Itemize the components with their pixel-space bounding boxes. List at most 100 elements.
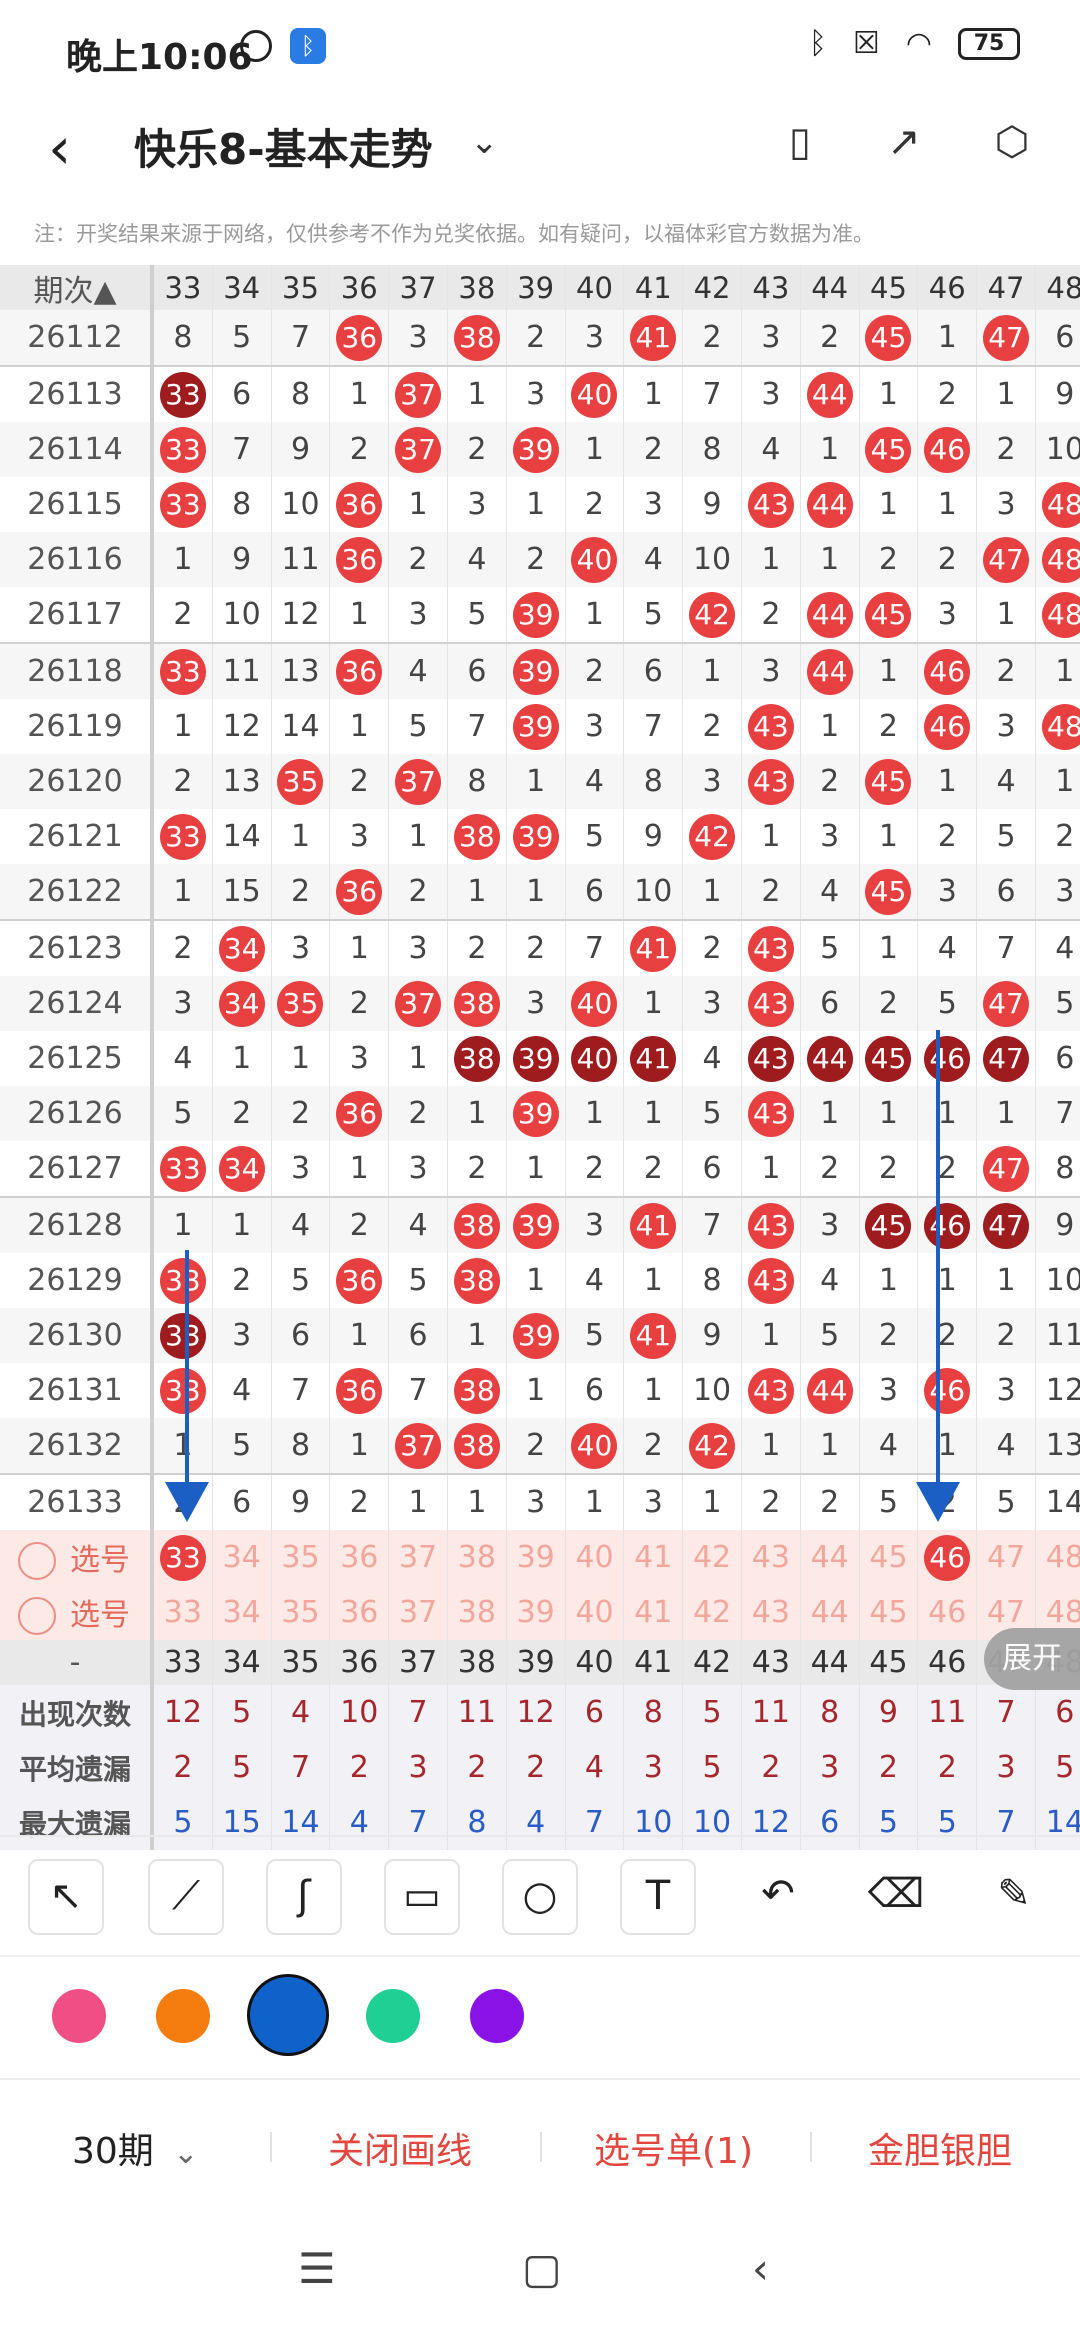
menu-icon[interactable]: ☰ — [298, 2244, 336, 2293]
pick-number[interactable]: 35 — [271, 1530, 331, 1585]
pick-number[interactable]: 34 — [212, 1585, 272, 1640]
table-row: 26115 33 8 10 36 1 3 1 2 3 9 43 44 1 1 3 48 — [0, 477, 1080, 532]
pick-number[interactable]: 43 — [741, 1585, 801, 1640]
pointer-tool-icon[interactable]: ↖ — [28, 1859, 104, 1935]
radio-circle-icon[interactable] — [18, 1597, 56, 1636]
draw-cell: 14 — [1035, 1473, 1080, 1530]
chevron-down-icon[interactable]: ⌄ — [470, 122, 499, 162]
pick-number[interactable]: 33 — [152, 1585, 213, 1640]
pick-number[interactable]: 40 — [565, 1530, 625, 1585]
draw-cell: 2 — [329, 1196, 390, 1253]
hit-ball: 43 — [747, 925, 794, 972]
color-swatch-orange[interactable] — [156, 1989, 210, 2043]
hit-ball: 39 — [512, 1090, 559, 1137]
pick-number[interactable]: 38 — [447, 1585, 507, 1640]
back-nav-icon[interactable]: ‹ — [752, 2244, 769, 2293]
pick-list-button[interactable]: 选号单(1) — [594, 2122, 753, 2174]
draw-cell: 34 — [212, 976, 272, 1031]
pick-number[interactable]: 43 — [741, 1530, 801, 1585]
color-swatch-blue[interactable] — [250, 1977, 326, 2053]
pick-number[interactable]: 40 — [565, 1585, 625, 1640]
draw-cell: 43 — [741, 1253, 801, 1308]
pick-number[interactable]: 39 — [506, 1585, 566, 1640]
drawn-arrow-line-33 — [185, 1250, 189, 1490]
pick-number[interactable]: 44 — [800, 1530, 860, 1585]
pick-number[interactable]: 42 — [682, 1585, 742, 1640]
page-title[interactable]: 快乐8-基本走势 — [134, 116, 433, 177]
share-icon[interactable]: ↗ — [876, 114, 932, 170]
pick-number[interactable]: 45 — [859, 1530, 919, 1585]
golden-silver-button[interactable]: 金胆银胆 — [868, 2122, 1012, 2174]
pick-number[interactable]: 38 — [447, 1530, 507, 1585]
draw-cell: 39 — [506, 642, 566, 699]
draw-cell: 33 — [152, 422, 213, 477]
pick-number[interactable]: 34 — [212, 1530, 272, 1585]
draw-cell: 43 — [741, 976, 801, 1031]
draw-cell: 4 — [1035, 919, 1080, 976]
draw-cell: 3 — [271, 919, 331, 976]
color-swatch-purple[interactable] — [470, 1989, 524, 2043]
pick-number[interactable]: 42 — [682, 1530, 742, 1585]
draw-cell: 47 — [976, 310, 1036, 366]
pick-number[interactable]: 33 — [152, 1530, 213, 1585]
pick-number[interactable]: 39 — [506, 1530, 566, 1585]
pick-number[interactable]: 35 — [271, 1585, 331, 1640]
period-cell: 26119 — [0, 699, 154, 754]
draw-cell: 5 — [976, 1473, 1036, 1530]
pick-number[interactable]: 44 — [800, 1585, 860, 1640]
hit-ball: 41 — [630, 1202, 677, 1249]
draw-cell: 3 — [741, 642, 801, 699]
period-column-header[interactable]: 期次▲ — [0, 265, 154, 310]
pick-number[interactable]: 48 — [1035, 1530, 1080, 1585]
color-palette — [0, 1955, 1080, 2077]
home-icon[interactable]: ▢ — [522, 2244, 562, 2293]
pick-number[interactable]: 41 — [623, 1585, 684, 1640]
pick-number[interactable]: 46 — [917, 1585, 978, 1640]
undo-icon[interactable]: ↶ — [740, 1859, 816, 1935]
pick-number[interactable]: 45 — [859, 1585, 919, 1640]
rectangle-tool-icon[interactable]: ▭ — [384, 1859, 460, 1935]
text-tool-icon[interactable]: T — [620, 1859, 696, 1935]
selected-ball[interactable]: 46 — [924, 1534, 971, 1581]
expand-button[interactable]: 展开 — [984, 1628, 1080, 1690]
pick-number[interactable]: 36 — [329, 1585, 390, 1640]
color-swatch-green[interactable] — [366, 1989, 420, 2043]
pick-number[interactable]: 37 — [388, 1585, 448, 1640]
period-cell: 26122 — [0, 864, 154, 920]
draw-cell: 39 — [506, 699, 566, 754]
hit-ball: 36 — [336, 314, 383, 361]
back-icon[interactable]: ‹ — [48, 114, 71, 182]
axis-number: 46 — [917, 1640, 978, 1685]
close-draw-button[interactable]: 关闭画线 — [328, 2122, 472, 2174]
pick-number[interactable]: 36 — [329, 1530, 390, 1585]
eraser-icon[interactable]: ⌫ — [858, 1859, 934, 1935]
draw-cell: 1 — [447, 1086, 507, 1141]
draw-cell: 1 — [800, 699, 860, 754]
settings-icon[interactable]: ⬡ — [984, 114, 1040, 170]
draw-cell: 3 — [565, 1196, 625, 1253]
draw-cell: 44 — [800, 1031, 860, 1086]
app-header: ‹ 快乐8-基本走势 ⌄ ▯ ↗ ⬡ — [0, 92, 1080, 202]
draw-cell: 4 — [565, 1253, 625, 1308]
pick-row-label[interactable]: 选号 — [0, 1530, 154, 1585]
curve-tool-icon[interactable]: ʃ — [266, 1859, 342, 1935]
color-swatch-pink[interactable] — [52, 1989, 106, 2043]
rotate-screen-icon[interactable]: ▯ — [772, 114, 828, 170]
radio-circle-icon[interactable] — [18, 1542, 56, 1581]
pick-number[interactable]: 37 — [388, 1530, 448, 1585]
hit-ball: 44 — [806, 648, 853, 695]
draw-cell: 35 — [271, 754, 331, 809]
pick-number[interactable]: 47 — [976, 1530, 1036, 1585]
draw-cell: 10 — [212, 587, 272, 643]
line-tool-icon[interactable]: ⟋ — [148, 1859, 224, 1935]
pick-number[interactable]: 46 — [917, 1530, 978, 1585]
period-selector[interactable]: 30期 ⌄ — [72, 2122, 198, 2174]
pick-number[interactable]: 41 — [623, 1530, 684, 1585]
pick-row-label[interactable]: 选号 — [0, 1585, 154, 1640]
clear-brush-icon[interactable]: ✎ — [976, 1859, 1052, 1935]
hit-ball: 35 — [277, 758, 324, 805]
draw-cell: 33 — [152, 809, 213, 864]
selected-ball[interactable]: 33 — [159, 1534, 206, 1581]
circle-tool-icon[interactable]: ○ — [502, 1859, 578, 1935]
draw-cell: 1 — [152, 1418, 213, 1474]
